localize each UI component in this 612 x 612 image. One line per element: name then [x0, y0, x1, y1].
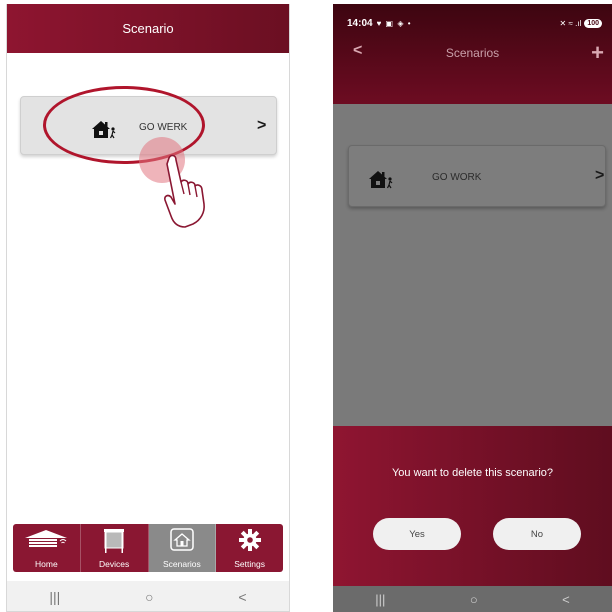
- house-scenario-icon: [170, 528, 194, 551]
- bottom-tab-bar: Home Devices Scenarios Settings: [13, 524, 283, 572]
- page-title: Scenario: [122, 21, 174, 36]
- tab-label: Scenarios: [162, 559, 201, 569]
- house-person-icon: [369, 171, 393, 189]
- notification-icons: ♥ ▣ ◈ •: [376, 18, 412, 28]
- pointing-hand-icon: [164, 154, 205, 228]
- home-button[interactable]: ○: [145, 589, 153, 605]
- home-button[interactable]: ○: [470, 592, 478, 607]
- page-title: Scenarios: [445, 46, 500, 60]
- no-button[interactable]: No: [493, 518, 581, 550]
- screen-device-icon: [104, 529, 125, 553]
- delete-confirm-sheet: You want to delete this scenario? Yes No: [333, 426, 612, 586]
- gear-icon: [238, 529, 261, 551]
- recents-button[interactable]: |||: [49, 589, 60, 605]
- tab-label: Settings: [234, 559, 265, 569]
- status-time: 14:04: [347, 17, 373, 29]
- home-logo-icon: [25, 530, 68, 547]
- system-nav-bar: ||| ○ <: [7, 581, 289, 611]
- recents-button[interactable]: |||: [375, 592, 385, 607]
- back-button[interactable]: <: [238, 589, 246, 605]
- confirm-message: You want to delete this scenario?: [391, 467, 554, 479]
- status-right-icons: ✕ ≈ .ıl 100: [559, 18, 602, 28]
- chevron-right-icon: >: [595, 167, 605, 184]
- scenario-card-go-work[interactable]: GO WORK >: [348, 145, 606, 207]
- header-bar: Scenario: [7, 4, 289, 53]
- tab-label: Devices: [99, 559, 130, 569]
- back-button[interactable]: <: [562, 592, 570, 607]
- phone-right-screen: 14:04 ♥ ▣ ◈ • ✕ ≈ .ıl 100 < Scenarios + …: [333, 4, 612, 612]
- tab-label: Home: [35, 559, 58, 569]
- phone-left-screen: Scenario GO WERK > Home Devices Scenario…: [6, 4, 290, 612]
- battery-icon: 100: [584, 18, 602, 28]
- tab-home[interactable]: Home: [13, 524, 81, 572]
- chevron-right-icon: >: [257, 117, 267, 134]
- tab-devices[interactable]: Devices: [81, 524, 149, 572]
- tab-settings[interactable]: Settings: [216, 524, 283, 572]
- status-bar: 14:04 ♥ ▣ ◈ • ✕ ≈ .ıl 100: [347, 15, 602, 31]
- header-bar: 14:04 ♥ ▣ ◈ • ✕ ≈ .ıl 100 < Scenarios +: [333, 4, 612, 104]
- yes-button[interactable]: Yes: [373, 518, 461, 550]
- tab-scenarios[interactable]: Scenarios: [148, 524, 217, 572]
- scenario-label: GO WORK: [432, 172, 482, 183]
- add-scenario-button[interactable]: +: [591, 40, 604, 66]
- system-nav-bar: ||| ○ <: [333, 586, 612, 612]
- signal-icons: ✕ ≈ .ıl: [559, 18, 582, 28]
